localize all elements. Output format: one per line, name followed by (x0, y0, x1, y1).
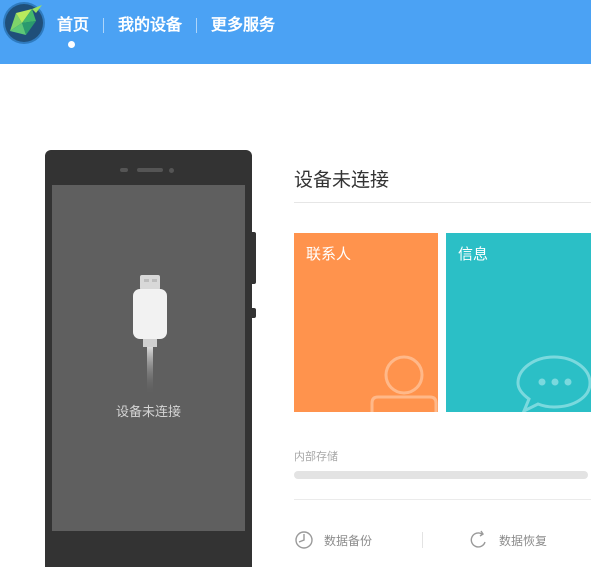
tab-more-services[interactable]: 更多服务 (211, 14, 275, 36)
contacts-tile-label: 联系人 (306, 245, 352, 263)
internal-storage-label: 内部存储 (294, 450, 338, 463)
action-divider (422, 532, 423, 548)
backup-label: 数据备份 (324, 534, 373, 548)
hummingbird-logo-icon[interactable] (2, 1, 46, 45)
storage-progress-bar (294, 471, 588, 479)
phone-illustration: 设备未连接 (45, 150, 256, 567)
contact-person-icon (370, 355, 438, 412)
phone-power-button (252, 308, 256, 318)
contacts-tile[interactable]: 联系人 (294, 233, 438, 412)
backup-button[interactable]: 数据备份 (294, 529, 404, 551)
restore-label: 数据恢复 (499, 534, 548, 548)
phone-connection-status: 设备未连接 (115, 405, 181, 420)
tab-my-devices[interactable]: 我的设备 (118, 14, 182, 36)
restore-button[interactable]: 数据恢复 (469, 529, 579, 551)
device-status-title: 设备未连接 (294, 169, 390, 191)
active-tab-indicator (68, 41, 75, 48)
usb-cable-icon (133, 275, 167, 395)
phone-sensor (120, 168, 128, 172)
phone-speaker (137, 168, 163, 172)
messages-tile-label: 信息 (458, 245, 489, 263)
tab-home[interactable]: 首页 (57, 14, 89, 36)
backup-clock-icon (295, 531, 313, 549)
nav-divider (196, 18, 197, 33)
phone-screen: 设备未连接 (52, 185, 245, 531)
restore-refresh-icon (470, 530, 486, 548)
phone-volume-button (252, 232, 256, 284)
nav-divider (103, 18, 104, 33)
divider (294, 202, 591, 203)
top-nav-bar: 首页 我的设备 更多服务 (0, 0, 591, 64)
phone-camera (169, 168, 174, 173)
messages-tile[interactable]: 信息 (446, 233, 591, 412)
chat-bubble-icon (516, 355, 591, 412)
divider (294, 499, 591, 500)
